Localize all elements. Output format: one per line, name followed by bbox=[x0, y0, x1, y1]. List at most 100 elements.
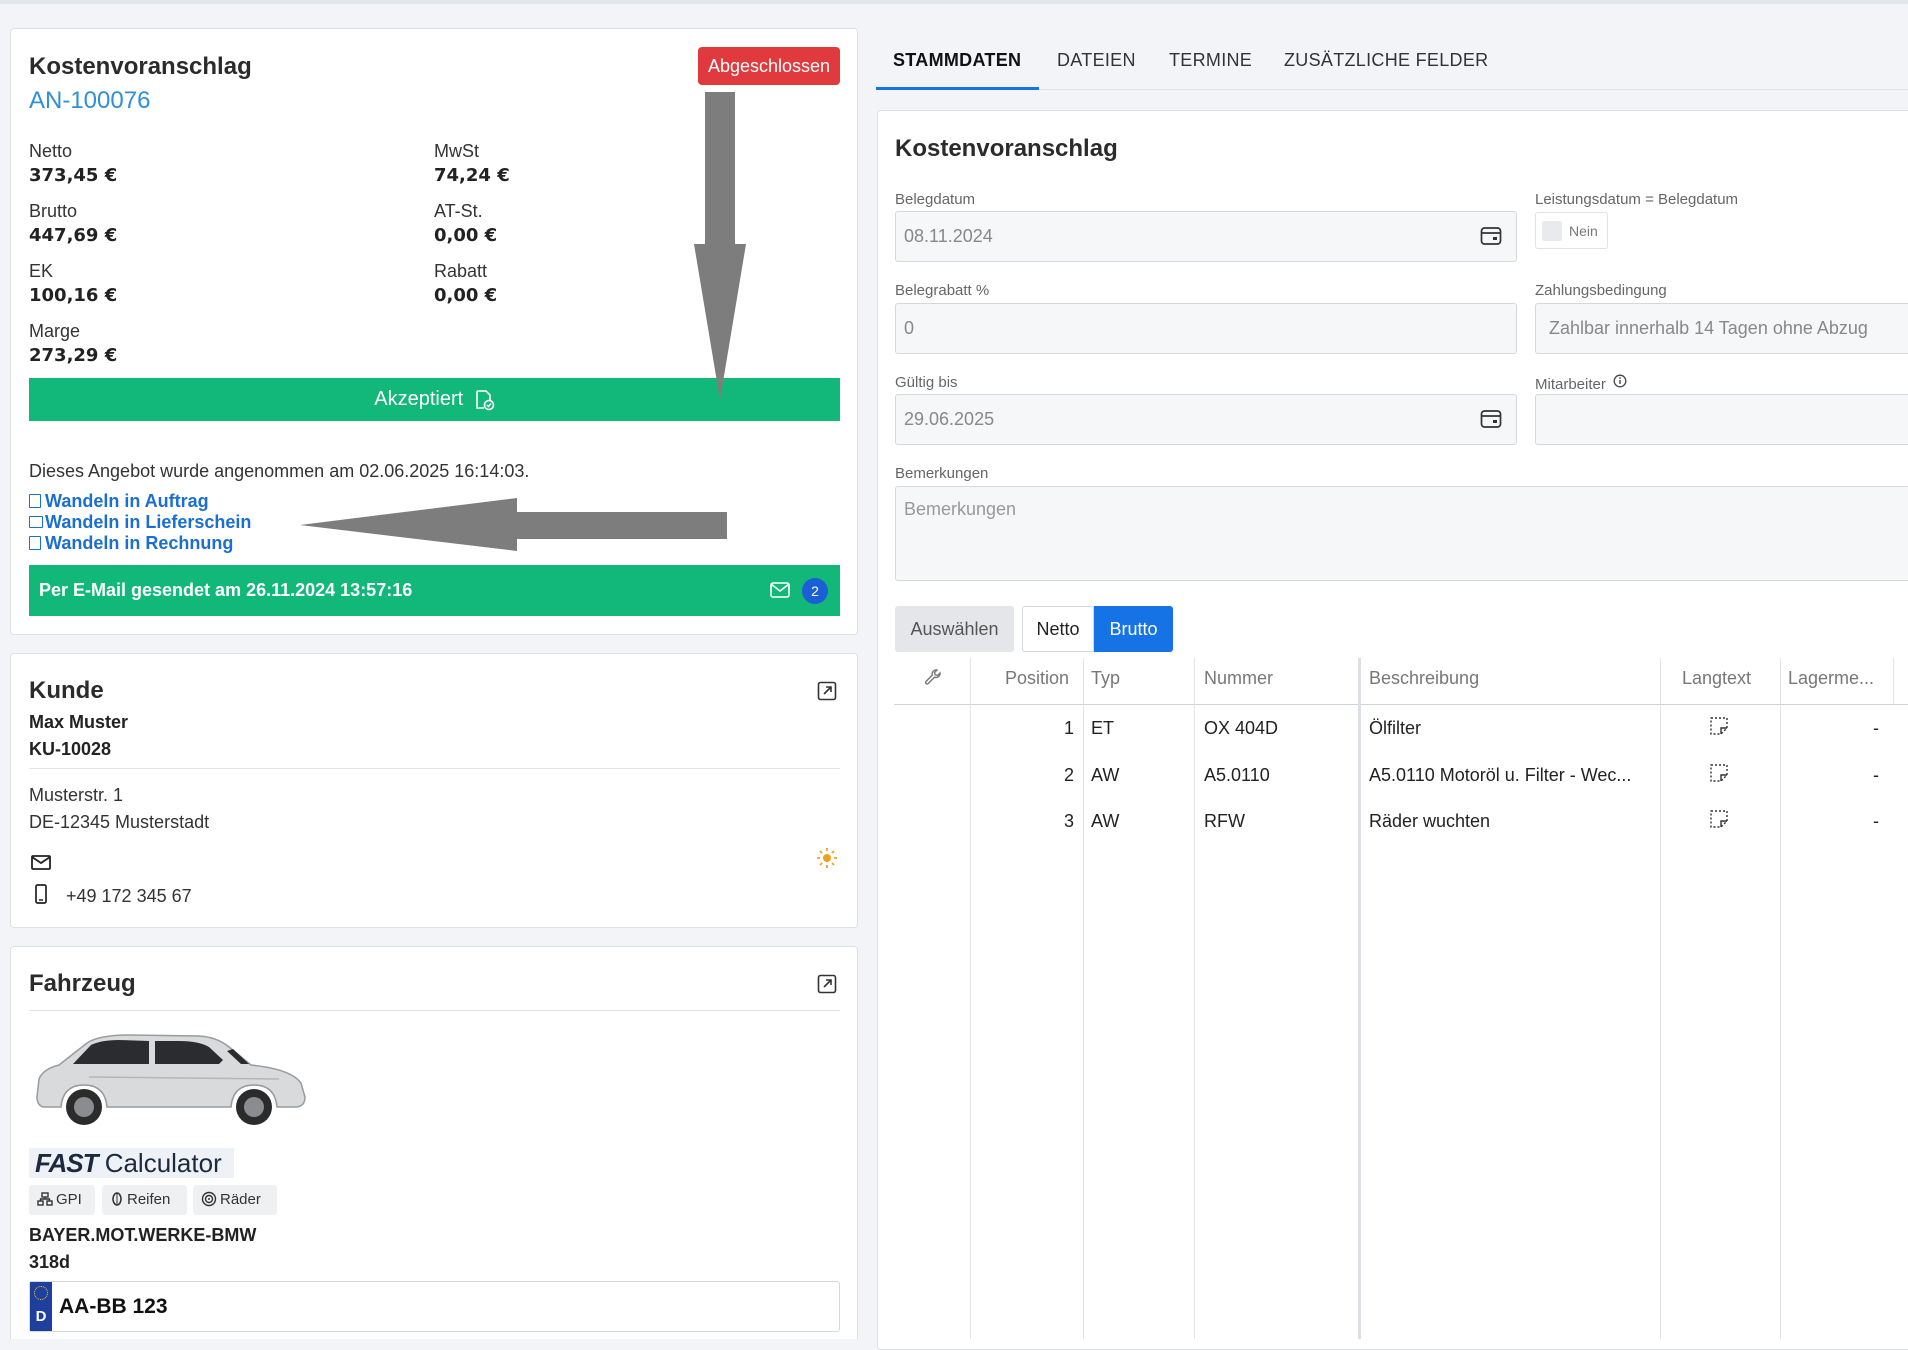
convert-order-link[interactable]: Wandeln in Auftrag bbox=[29, 491, 209, 512]
amount-brutto: Brutto 447,69 € bbox=[29, 201, 118, 246]
tab-stammdaten[interactable]: STAMMDATEN bbox=[893, 50, 1021, 71]
raeder-chip[interactable]: Räder bbox=[193, 1185, 277, 1215]
tab-termine[interactable]: TERMINE bbox=[1169, 50, 1252, 71]
top-bar bbox=[0, 0, 1908, 4]
tabs-divider bbox=[1039, 89, 1908, 90]
mobile-phone-icon bbox=[35, 884, 47, 904]
invoice-file-icon bbox=[29, 536, 41, 550]
sun-icon[interactable] bbox=[816, 847, 838, 869]
customer-number: KU-10028 bbox=[29, 739, 112, 759]
belegrabatt-label: Belegrabatt % bbox=[895, 282, 990, 299]
note-icon[interactable] bbox=[1709, 716, 1729, 736]
vehicle-title: Fahrzeug bbox=[29, 970, 136, 997]
amount-rabatt: Rabatt 0,00 € bbox=[434, 261, 498, 306]
vehicle-make: BAYER.MOT.WERKE-BMW bbox=[29, 1225, 257, 1245]
tab-dateien[interactable]: DATEIEN bbox=[1057, 50, 1136, 71]
toggle-knob bbox=[1542, 221, 1562, 241]
zahlung-input[interactable]: Zahlbar innerhalb 14 Tagen ohne Abzug bbox=[1535, 303, 1908, 354]
wheel-icon bbox=[201, 1191, 217, 1207]
customer-street: Musterstr. 1 bbox=[29, 785, 124, 805]
auswaehlen-button[interactable]: Auswählen bbox=[895, 606, 1014, 652]
row-position: 1 bbox=[1064, 718, 1075, 738]
email-count-badge: 2 bbox=[802, 578, 828, 604]
accepted-text: Dieses Angebot wurde angenommen am 02.06… bbox=[29, 461, 530, 481]
eu-stars-icon bbox=[34, 1286, 48, 1300]
file-icon bbox=[29, 494, 41, 508]
th-position[interactable]: Position bbox=[1005, 668, 1069, 689]
info-icon[interactable] bbox=[1613, 374, 1627, 388]
th-nummer[interactable]: Nummer bbox=[1204, 668, 1273, 689]
row-nummer: RFW bbox=[1204, 811, 1245, 831]
calendar-icon[interactable] bbox=[1480, 226, 1502, 246]
amount-marge: Marge 273,29 € bbox=[29, 321, 118, 366]
zahlung-label: Zahlungsbedingung bbox=[1535, 282, 1667, 299]
customer-name: Max Muster bbox=[29, 712, 129, 732]
truck-file-icon bbox=[29, 516, 43, 528]
belegrabatt-input[interactable]: 0 bbox=[895, 303, 1517, 354]
row-nummer: A5.0110 bbox=[1204, 765, 1270, 785]
gueltig-label: Gültig bis bbox=[895, 374, 958, 391]
row-lagermenge: - bbox=[1873, 718, 1879, 738]
accepted-label: Akzeptiert bbox=[374, 388, 464, 410]
th-langtext[interactable]: Langtext bbox=[1682, 668, 1751, 689]
row-beschreibung: A5.0110 Motoröl u. Filter - Wec... bbox=[1369, 765, 1632, 785]
annotation-arrow-down bbox=[694, 92, 746, 400]
plate-number: AA-BB 123 bbox=[59, 1295, 168, 1318]
fast-calculator-logo[interactable]: FAST Calculator bbox=[29, 1148, 234, 1178]
customer-phone[interactable]: +49 172 345 67 bbox=[66, 886, 192, 907]
tire-icon bbox=[112, 1192, 122, 1206]
convert-invoice-link[interactable]: Wandeln in Rechnung bbox=[29, 533, 233, 554]
gueltig-input[interactable]: 29.06.2025 bbox=[895, 394, 1517, 445]
summary-title: Kostenvoranschlag bbox=[29, 53, 252, 80]
car-image bbox=[36, 1034, 306, 1125]
amount-netto: Netto 373,45 € bbox=[29, 141, 118, 186]
amount-ek: EK 100,16 € bbox=[29, 261, 118, 306]
tab-active-indicator bbox=[876, 87, 1039, 90]
customer-title: Kunde bbox=[29, 677, 104, 704]
divider bbox=[29, 1010, 840, 1011]
vehicle-model: 318d bbox=[29, 1252, 71, 1272]
gpi-chip[interactable]: GPI bbox=[29, 1185, 95, 1215]
mitarbeiter-label: Mitarbeiter bbox=[1535, 374, 1627, 393]
toggle-label: Nein bbox=[1569, 223, 1598, 239]
row-lagermenge: - bbox=[1873, 811, 1879, 831]
annotation-arrow-left bbox=[300, 498, 727, 551]
calendar-icon[interactable] bbox=[1480, 409, 1502, 429]
row-position: 2 bbox=[1064, 765, 1075, 785]
form-title: Kostenvoranschlag bbox=[895, 135, 1118, 162]
note-icon[interactable] bbox=[1709, 763, 1729, 783]
row-nummer: OX 404D bbox=[1204, 718, 1279, 738]
note-icon[interactable] bbox=[1709, 809, 1729, 829]
belegdatum-label: Belegdatum bbox=[895, 191, 976, 208]
email-sent-bar[interactable]: Per E-Mail gesendet am 26.11.2024 13:57:… bbox=[29, 565, 840, 616]
document-number-link[interactable]: AN-100076 bbox=[29, 87, 150, 115]
external-link-icon[interactable] bbox=[817, 681, 837, 701]
th-typ[interactable]: Typ bbox=[1091, 668, 1120, 689]
row-typ: ET bbox=[1091, 718, 1115, 738]
customer-card: Kunde Max Muster KU-10028 Musterstr. 1 D… bbox=[10, 653, 858, 928]
bemerkungen-textarea[interactable]: Bemerkungen bbox=[895, 486, 1908, 581]
netto-button[interactable]: Netto bbox=[1022, 606, 1094, 652]
reifen-chip[interactable]: Reifen bbox=[102, 1185, 187, 1215]
sitemap-icon bbox=[37, 1192, 53, 1206]
leistungsdatum-toggle[interactable]: Nein bbox=[1535, 212, 1608, 249]
th-beschreibung[interactable]: Beschreibung bbox=[1369, 668, 1479, 689]
row-position: 3 bbox=[1064, 811, 1075, 831]
divider bbox=[29, 768, 840, 769]
file-check-icon bbox=[475, 389, 495, 411]
mail-icon[interactable] bbox=[31, 855, 51, 871]
mitarbeiter-input[interactable] bbox=[1535, 394, 1908, 445]
leistungsdatum-label: Leistungsdatum = Belegdatum bbox=[1535, 191, 1739, 208]
external-link-icon[interactable] bbox=[817, 974, 837, 994]
eu-flag: D bbox=[30, 1282, 52, 1331]
brutto-button[interactable]: Brutto bbox=[1094, 606, 1173, 652]
convert-delivery-link[interactable]: Wandeln in Lieferschein bbox=[29, 512, 251, 533]
row-beschreibung: Ölfilter bbox=[1369, 718, 1422, 738]
email-sent-text: Per E-Mail gesendet am 26.11.2024 13:57:… bbox=[39, 580, 413, 600]
belegdatum-input[interactable]: 08.11.2024 bbox=[895, 211, 1517, 262]
wrench-icon[interactable] bbox=[924, 669, 942, 687]
tab-zusaetzliche-felder[interactable]: ZUSÄTZLICHE FELDER bbox=[1284, 50, 1488, 71]
row-typ: AW bbox=[1091, 765, 1120, 785]
plate-country: D bbox=[35, 1308, 47, 1325]
th-lagermenge[interactable]: Lagerme... bbox=[1788, 668, 1874, 689]
